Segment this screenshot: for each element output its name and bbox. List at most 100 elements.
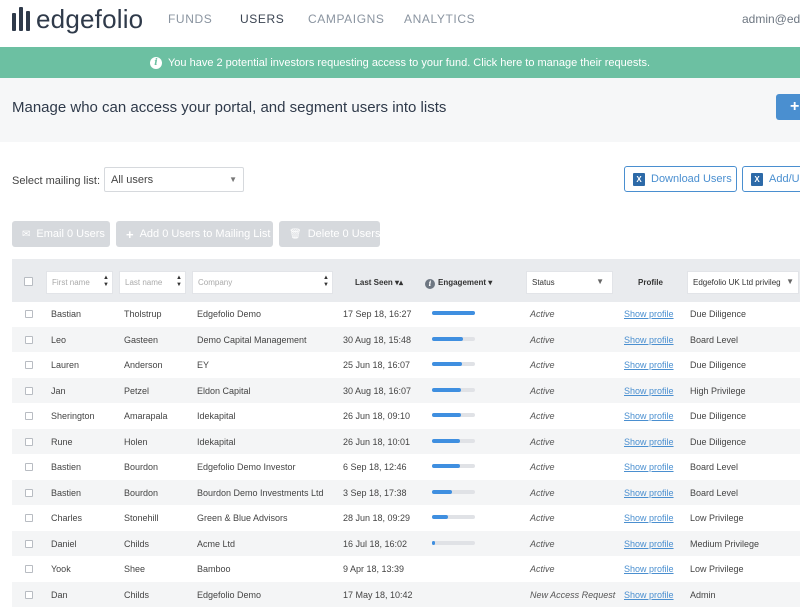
table-row[interactable]: SheringtonAmarapalaIdekapital26 Jun 18, … <box>12 403 800 429</box>
privilege-cell[interactable]: Low Privilege <box>690 564 744 574</box>
show-profile-link[interactable]: Show profile <box>624 488 674 498</box>
show-profile-link[interactable]: Show profile <box>624 513 674 523</box>
engagement-fill <box>432 439 460 443</box>
last-seen-cell: 16 Jul 18, 16:02 <box>343 539 407 549</box>
company-cell: Edgefolio Demo <box>197 590 261 600</box>
select-all-checkbox[interactable] <box>24 277 33 286</box>
engagement-bar <box>432 388 475 392</box>
show-profile-link[interactable]: Show profile <box>624 590 674 600</box>
engagement-fill <box>432 515 448 519</box>
last-name-cell: Bourdon <box>124 462 158 472</box>
show-profile-link[interactable]: Show profile <box>624 386 674 396</box>
table-row[interactable]: JanPetzelEldon Capital30 Aug 18, 16:07Ac… <box>12 378 800 404</box>
last-seen-header[interactable]: Last Seen ▾▴ <box>355 278 403 287</box>
privilege-select[interactable]: Edgefolio UK Ltd privileg ▼ <box>687 271 799 294</box>
sort-icon[interactable]: ▲▼ <box>323 275 329 289</box>
row-checkbox[interactable] <box>25 463 33 471</box>
row-checkbox[interactable] <box>25 438 33 446</box>
status-cell: New Access Request <box>530 590 615 600</box>
first-name-cell: Bastian <box>51 309 81 319</box>
privilege-cell[interactable]: Board Level <box>690 488 738 498</box>
nav-users[interactable]: USERS <box>240 12 284 26</box>
mailing-list-select[interactable]: All users ▼ <box>104 167 244 192</box>
company-cell: Edgefolio Demo <box>197 309 261 319</box>
download-users-label: Download Users <box>651 173 732 185</box>
caret-down-icon: ▼ <box>596 277 604 286</box>
status-label: Status <box>532 278 555 287</box>
row-checkbox[interactable] <box>25 336 33 344</box>
engagement-fill <box>432 362 462 366</box>
show-profile-link[interactable]: Show profile <box>624 411 674 421</box>
add-user-button[interactable]: + <box>776 94 800 120</box>
privilege-cell[interactable]: Due Diligence <box>690 360 746 370</box>
sort-icon[interactable]: ▲▼ <box>176 275 182 289</box>
first-name-placeholder: First name <box>52 278 90 287</box>
table-row[interactable]: CharlesStonehillGreen & Blue Advisors28 … <box>12 505 800 531</box>
row-checkbox[interactable] <box>25 489 33 497</box>
status-filter-select[interactable]: Status ▼ <box>526 271 613 294</box>
show-profile-link[interactable]: Show profile <box>624 335 674 345</box>
row-checkbox[interactable] <box>25 514 33 522</box>
privilege-cell[interactable]: High Privilege <box>690 386 746 396</box>
show-profile-link[interactable]: Show profile <box>624 360 674 370</box>
privilege-cell[interactable]: Board Level <box>690 462 738 472</box>
add-upload-users-button[interactable]: X Add/U <box>742 166 800 192</box>
table-row[interactable]: BastianTholstrupEdgefolio Demo17 Sep 18,… <box>12 301 800 327</box>
email-users-button[interactable]: ✉ Email 0 Users <box>12 221 110 247</box>
privilege-cell[interactable]: Due Diligence <box>690 411 746 421</box>
privilege-cell[interactable]: Due Diligence <box>690 309 746 319</box>
first-name-cell: Bastien <box>51 488 81 498</box>
logo[interactable]: edgefolio <box>12 4 143 34</box>
sort-icon[interactable]: ▲▼ <box>103 275 109 289</box>
row-checkbox[interactable] <box>25 540 33 548</box>
last-seen-cell: 17 May 18, 10:42 <box>343 590 413 600</box>
first-name-cell: Yook <box>51 564 71 574</box>
company-cell: Bourdon Demo Investments Ltd <box>197 488 324 498</box>
table-row[interactable]: LaurenAndersonEY25 Jun 18, 16:07ActiveSh… <box>12 352 800 378</box>
privilege-cell[interactable]: Low Privilege <box>690 513 744 523</box>
engagement-fill <box>432 413 461 417</box>
company-filter[interactable]: Company ▲▼ <box>192 271 333 294</box>
row-checkbox[interactable] <box>25 387 33 395</box>
row-checkbox[interactable] <box>25 591 33 599</box>
row-checkbox[interactable] <box>25 565 33 573</box>
table-row[interactable]: BastienBourdonBourdon Demo Investments L… <box>12 480 800 506</box>
table-row[interactable]: DanChildsEdgefolio Demo17 May 18, 10:42N… <box>12 582 800 607</box>
show-profile-link[interactable]: Show profile <box>624 309 674 319</box>
show-profile-link[interactable]: Show profile <box>624 462 674 472</box>
nav-campaigns[interactable]: CAMPAIGNS <box>308 12 385 26</box>
table-row[interactable]: LeoGasteenDemo Capital Management30 Aug … <box>12 327 800 353</box>
mailing-list-value: All users <box>111 174 153 186</box>
show-profile-link[interactable]: Show profile <box>624 539 674 549</box>
table-row[interactable]: BastienBourdonEdgefolio Demo Investor6 S… <box>12 454 800 480</box>
row-checkbox[interactable] <box>25 412 33 420</box>
engagement-bar <box>432 413 475 417</box>
download-users-button[interactable]: X Download Users <box>624 166 737 192</box>
table-row[interactable]: DanielChildsAcme Ltd16 Jul 18, 16:02Acti… <box>12 531 800 557</box>
engagement-header[interactable]: iEngagement ▾ <box>425 278 492 289</box>
add-to-mailing-list-button[interactable]: + Add 0 Users to Mailing List <box>116 221 273 247</box>
nav-analytics[interactable]: ANALYTICS <box>404 12 475 26</box>
nav-funds[interactable]: FUNDS <box>168 12 212 26</box>
delete-users-button[interactable]: 🗑 Delete 0 Users <box>279 221 380 247</box>
row-checkbox[interactable] <box>25 361 33 369</box>
last-name-filter[interactable]: Last name ▲▼ <box>119 271 186 294</box>
privilege-cell[interactable]: Due Diligence <box>690 437 746 447</box>
access-request-banner[interactable]: i You have 2 potential investors request… <box>0 47 800 78</box>
row-checkbox[interactable] <box>25 310 33 318</box>
privilege-cell[interactable]: Medium Privilege <box>690 539 759 549</box>
table-row[interactable]: YookSheeBamboo9 Apr 18, 13:39ActiveShow … <box>12 556 800 582</box>
plus-icon: + <box>790 98 799 115</box>
last-seen-cell: 9 Apr 18, 13:39 <box>343 564 404 574</box>
engagement-bar <box>432 311 475 315</box>
show-profile-link[interactable]: Show profile <box>624 437 674 447</box>
privilege-cell[interactable]: Admin <box>690 590 716 600</box>
show-profile-link[interactable]: Show profile <box>624 564 674 574</box>
last-seen-cell: 17 Sep 18, 16:27 <box>343 309 412 319</box>
engagement-fill <box>432 464 460 468</box>
status-cell: Active <box>530 360 555 370</box>
privilege-cell[interactable]: Board Level <box>690 335 738 345</box>
table-row[interactable]: RuneHolenIdekapital26 Jun 18, 10:01Activ… <box>12 429 800 455</box>
first-name-filter[interactable]: First name ▲▼ <box>46 271 113 294</box>
user-menu[interactable]: admin@edgefolio <box>742 12 800 26</box>
